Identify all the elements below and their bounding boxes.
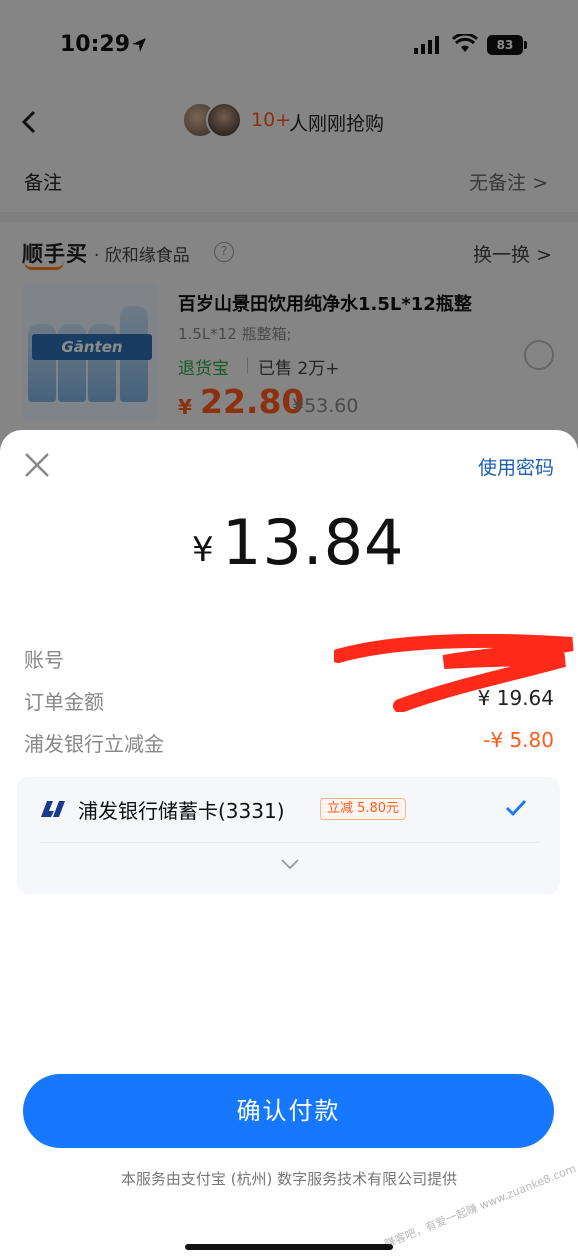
bank-card-name: 浦发银行储蓄卡(3331) [78,799,285,823]
order-amount-value: ¥ 19.64 [477,686,554,710]
account-label: 账号 [24,648,64,672]
order-amount-label: 订单金额 [24,690,104,714]
home-indicator[interactable] [185,1244,393,1250]
amount-symbol: ¥ [192,530,214,570]
chevron-down-icon[interactable] [280,857,300,871]
discount-badge: 立减 5.80元 [320,798,407,820]
order-amount-row: 订单金额 ¥ 19.64 [24,686,554,718]
bank-discount-label: 浦发银行立减金 [24,732,164,756]
card-divider [39,842,539,843]
service-provider-note: 本服务由支付宝 (杭州) 数字服务技术有限公司提供 [120,1170,458,1188]
bank-discount-row: 浦发银行立减金 -¥ 5.80 [24,728,554,760]
confirm-payment-button[interactable]: 确认付款 [23,1074,554,1148]
payment-method-box[interactable]: 浦发银行储蓄卡(3331) 立减 5.80元 [17,777,560,894]
payment-amount: 13.84 [222,506,405,579]
close-icon[interactable] [22,450,52,480]
use-password-link[interactable]: 使用密码 [478,453,554,480]
bank-discount-value: -¥ 5.80 [483,728,554,752]
check-icon [506,800,527,817]
spdb-bank-icon [41,801,65,817]
payment-sheet: 使用密码 ¥ 13.84 账号 订单金额 ¥ 19.64 浦发银行立减金 -¥ … [0,430,578,1258]
